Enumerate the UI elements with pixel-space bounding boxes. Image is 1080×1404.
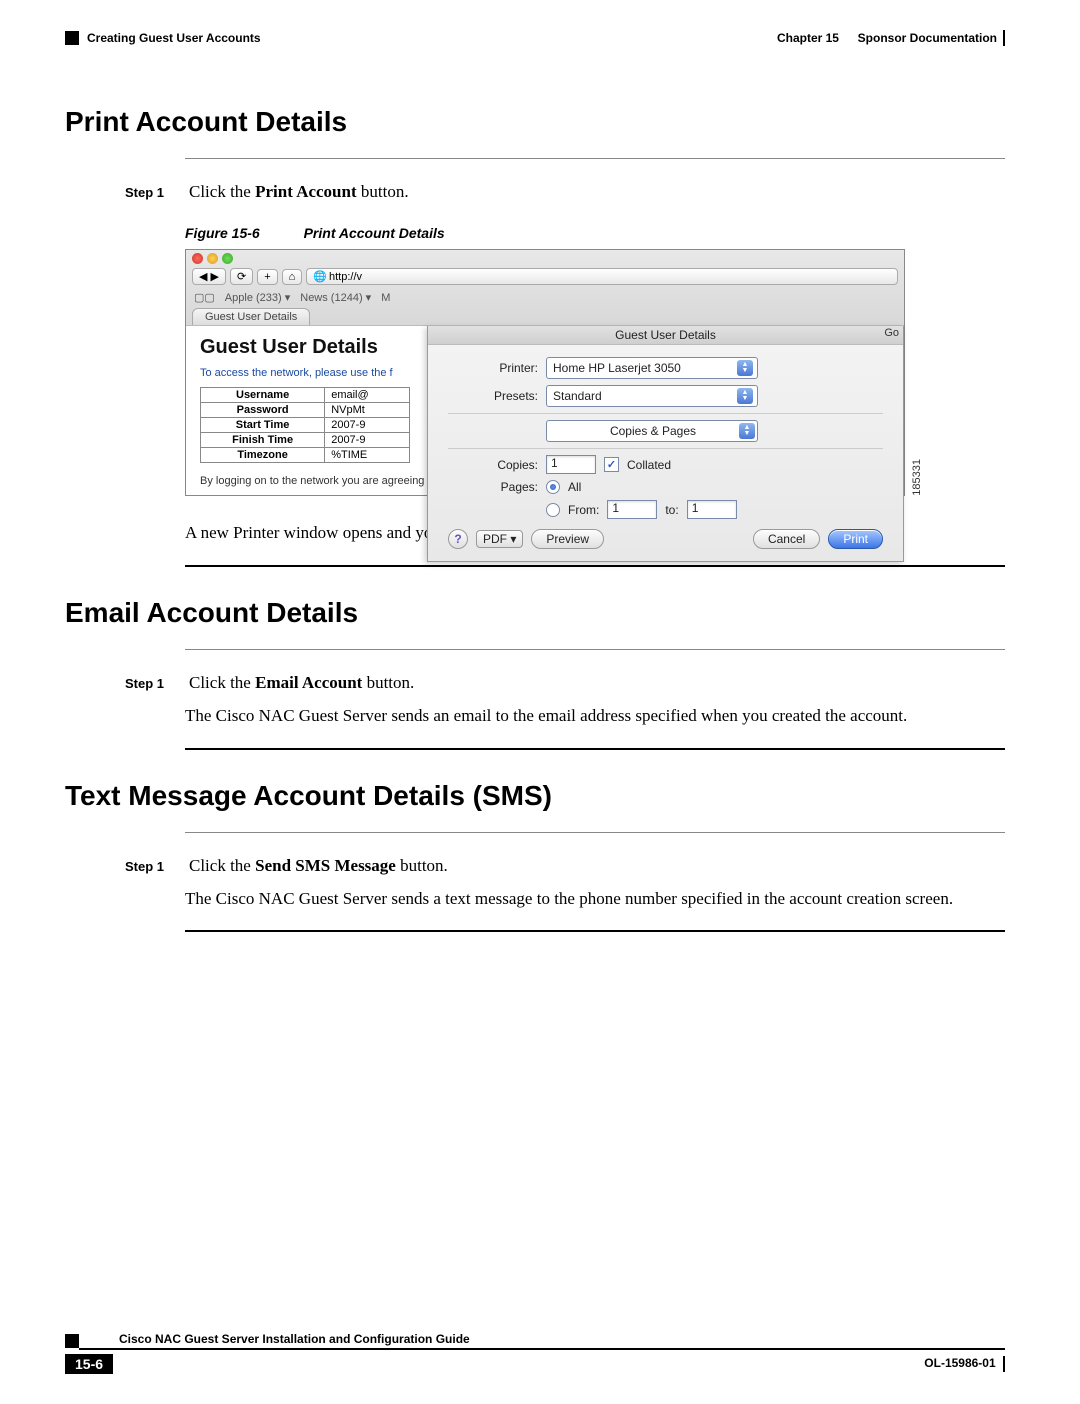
bookmark-more[interactable]: M xyxy=(381,292,390,304)
collated-label: Collated xyxy=(627,458,671,472)
presets-label: Presets: xyxy=(448,389,538,403)
step-label: Step 1 xyxy=(125,674,185,694)
preview-button[interactable]: Preview xyxy=(531,529,604,549)
page-footer: Cisco NAC Guest Server Installation and … xyxy=(65,1332,1005,1374)
chevron-updown-icon: ▲▼ xyxy=(739,423,755,439)
page-header: Creating Guest User Accounts Chapter 15 … xyxy=(65,30,1005,46)
section-heading-print: Print Account Details xyxy=(65,106,1005,138)
help-icon[interactable]: ? xyxy=(448,529,468,549)
guest-details-table: Usernameemail@ PasswordNVpMt Start Time2… xyxy=(200,387,410,463)
divider xyxy=(185,930,1005,932)
printer-select[interactable]: Home HP Laserjet 3050 ▲▼ xyxy=(546,357,758,379)
to-input[interactable]: 1 xyxy=(687,500,737,519)
chapter-number: Chapter 15 xyxy=(777,31,839,45)
figure-caption: Figure 15-6 Print Account Details xyxy=(185,225,1005,241)
step-row: Step 1 Click the Print Account button. xyxy=(125,179,1005,205)
printer-label: Printer: xyxy=(448,361,538,375)
page-number: 15-6 xyxy=(65,1354,113,1374)
step-label: Step 1 xyxy=(125,857,185,877)
chapter-title: Sponsor Documentation xyxy=(858,31,997,45)
pages-all-label: All xyxy=(568,480,581,494)
section-select[interactable]: Copies & Pages ▲▼ xyxy=(546,420,758,442)
bookmark-news[interactable]: News (1244) ▾ xyxy=(300,291,371,304)
from-input[interactable]: 1 xyxy=(607,500,657,519)
bookmark-icon[interactable]: ▢▢ xyxy=(194,291,215,304)
browser-window: ◀ ▶ ⟳ + ⌂ 🌐 http://v ▢▢ Apple (233) ▾ Ne… xyxy=(185,249,905,496)
pages-from-radio[interactable] xyxy=(546,503,560,517)
step-label: Step 1 xyxy=(125,183,185,203)
divider xyxy=(185,565,1005,567)
nav-reload-icon[interactable]: ⟳ xyxy=(230,268,253,285)
doc-number: OL-15986-01 xyxy=(924,1357,995,1371)
presets-select[interactable]: Standard ▲▼ xyxy=(546,385,758,407)
print-dialog-title: Guest User Details Go xyxy=(428,326,903,345)
guide-title: Cisco NAC Guest Server Installation and … xyxy=(79,1332,1005,1350)
collated-checkbox[interactable]: ✓ xyxy=(604,457,619,472)
browser-tab[interactable]: Guest User Details xyxy=(192,308,310,325)
section-heading-sms: Text Message Account Details (SMS) xyxy=(65,780,1005,812)
copies-input[interactable]: 1 xyxy=(546,455,596,474)
step-row: Step 1 Click the Send SMS Message button… xyxy=(125,853,1005,879)
header-divider-icon xyxy=(1003,30,1005,46)
divider xyxy=(185,832,1005,833)
footer-marker-icon xyxy=(65,1334,79,1348)
step-row: Step 1 Click the Email Account button. xyxy=(125,670,1005,696)
table-row: Usernameemail@ xyxy=(201,388,410,403)
figure-id: 185331 xyxy=(911,459,923,496)
divider xyxy=(185,649,1005,650)
bookmark-apple[interactable]: Apple (233) ▾ xyxy=(225,291,290,304)
window-close-icon[interactable] xyxy=(192,253,203,264)
cancel-button[interactable]: Cancel xyxy=(753,529,820,549)
section-heading-email: Email Account Details xyxy=(65,597,1005,629)
divider xyxy=(185,158,1005,159)
pages-label: Pages: xyxy=(448,480,538,494)
breadcrumb: Creating Guest User Accounts xyxy=(87,31,261,45)
table-row: Timezone%TIME xyxy=(201,448,410,463)
to-label: to: xyxy=(665,503,678,517)
nav-back-forward[interactable]: ◀ ▶ xyxy=(192,268,226,285)
pages-all-radio[interactable] xyxy=(546,480,560,494)
divider xyxy=(185,748,1005,750)
nav-add-icon[interactable]: + xyxy=(257,269,277,285)
copies-label: Copies: xyxy=(448,458,538,472)
step-follow-text: The Cisco NAC Guest Server sends an emai… xyxy=(185,704,1005,728)
chevron-updown-icon: ▲▼ xyxy=(737,388,753,404)
figure-screenshot: 185331 ◀ ▶ ⟳ + ⌂ 🌐 http://v ▢▢ Apple (2 xyxy=(185,249,905,496)
go-label: Go xyxy=(884,327,899,339)
nav-home-icon[interactable]: ⌂ xyxy=(282,269,303,285)
table-row: Finish Time2007-9 xyxy=(201,433,410,448)
pages-from-label: From: xyxy=(568,503,599,517)
window-minimize-icon[interactable] xyxy=(207,253,218,264)
footer-divider-icon xyxy=(1003,1356,1005,1372)
step-follow-text: The Cisco NAC Guest Server sends a text … xyxy=(185,887,1005,911)
header-marker-icon xyxy=(65,31,79,45)
table-row: Start Time2007-9 xyxy=(201,418,410,433)
pdf-menu-button[interactable]: PDF ▾ xyxy=(476,530,523,548)
table-row: PasswordNVpMt xyxy=(201,403,410,418)
print-dialog: Guest User Details Go Printer: Home HP L… xyxy=(427,326,904,562)
chevron-updown-icon: ▲▼ xyxy=(737,360,753,376)
url-field[interactable]: 🌐 http://v xyxy=(306,268,898,285)
window-zoom-icon[interactable] xyxy=(222,253,233,264)
print-button[interactable]: Print xyxy=(828,529,883,549)
